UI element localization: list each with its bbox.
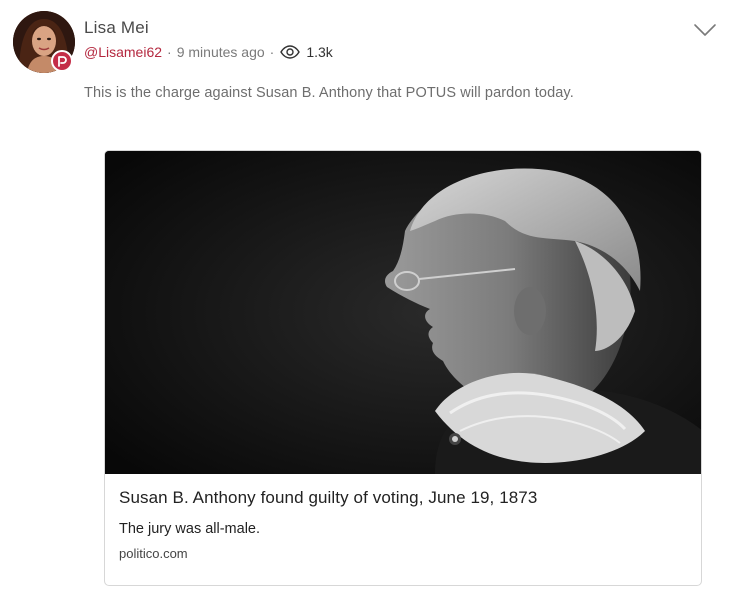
post-meta: @Lisamei62 · 9 minutes ago · 1.3k: [84, 42, 333, 62]
link-preview-description: The jury was all-male.: [119, 521, 261, 537]
author-handle[interactable]: @Lisamei62: [84, 44, 162, 60]
link-preview-domain: politico.com: [119, 546, 188, 561]
parler-badge-icon: [51, 50, 73, 72]
post-timestamp[interactable]: 9 minutes ago: [177, 44, 265, 60]
post-text: This is the charge against Susan B. Anth…: [84, 85, 574, 101]
author-display-name[interactable]: Lisa Mei: [84, 18, 149, 38]
meta-separator: ·: [167, 44, 172, 60]
view-count: 1.3k: [306, 44, 333, 60]
eye-icon: [280, 45, 301, 59]
meta-separator: ·: [269, 44, 275, 60]
post: Lisa Mei @Lisamei62 · 9 minutes ago · 1.…: [0, 0, 735, 601]
link-preview-title[interactable]: Susan B. Anthony found guilty of voting,…: [119, 488, 689, 508]
link-preview-card[interactable]: Susan B. Anthony found guilty of voting,…: [104, 150, 702, 586]
link-preview-image[interactable]: [105, 151, 701, 474]
chevron-down-icon[interactable]: [693, 22, 717, 38]
